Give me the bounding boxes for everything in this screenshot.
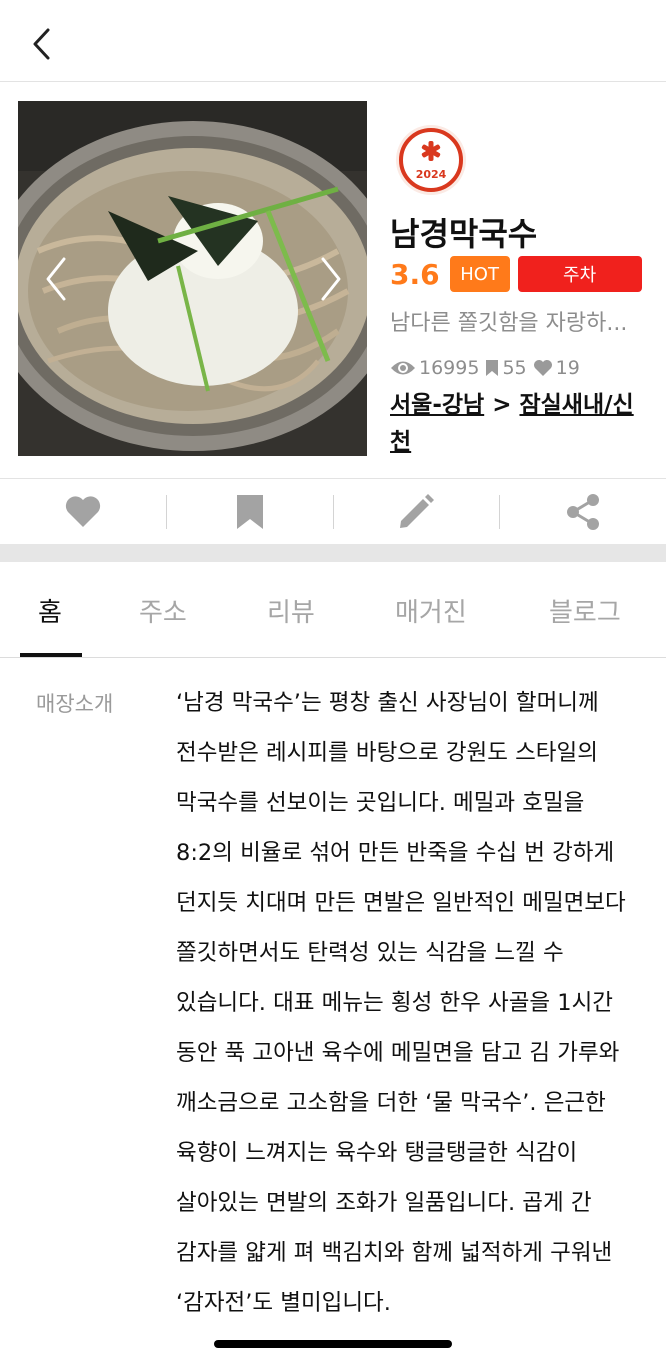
location-separator: > (484, 392, 520, 418)
restaurant-name: 남경막국수 (390, 215, 538, 253)
back-button[interactable] (22, 22, 62, 66)
food-photo[interactable] (18, 101, 367, 456)
chevron-left-icon (33, 28, 50, 60)
rating-row: 3.6 HOT 주차 (390, 255, 642, 293)
section-divider (0, 544, 666, 562)
bookmark-button[interactable] (167, 480, 333, 544)
parking-tag: 주차 (517, 256, 642, 292)
action-bar (0, 480, 666, 544)
tab-magazine[interactable]: 매거진 (395, 592, 467, 629)
like-button[interactable] (0, 480, 166, 544)
views-count: 16995 (419, 357, 480, 379)
tab-bar: 홈 주소 리뷰 매거진 블로그 (0, 562, 666, 658)
chevron-left-icon (46, 257, 66, 301)
tab-home[interactable]: 홈 (38, 592, 62, 629)
share-icon (567, 494, 600, 530)
likes-stat: 19 (533, 357, 580, 379)
pencil-icon (400, 494, 435, 528)
views-stat: 16995 (390, 357, 479, 379)
heart-icon (533, 360, 552, 376)
home-indicator (214, 1340, 452, 1348)
award-badge-icon: 2024 (396, 125, 466, 195)
bookmark-icon (236, 495, 263, 529)
stats-row: 16995 55 19 (390, 353, 586, 383)
bookmarks-stat: 55 (485, 357, 527, 379)
eye-icon (391, 361, 415, 375)
award-badge: 2024 (394, 123, 468, 197)
tab-blog[interactable]: 블로그 (549, 592, 621, 629)
heart-icon (65, 496, 100, 527)
restaurant-header: 2024 남경막국수 3.6 HOT 주차 남다른 쫄깃함을 자랑하... 16… (0, 83, 666, 479)
location-breadcrumb: 서울-강남 > 잠실새내/신천 (390, 387, 652, 461)
photo-prev-button[interactable] (36, 251, 76, 307)
photo-next-button[interactable] (311, 251, 351, 307)
likes-count: 19 (555, 357, 580, 379)
tab-address[interactable]: 주소 (139, 592, 187, 629)
rating-score: 3.6 (390, 257, 440, 291)
restaurant-description: 남다른 쫄깃함을 자랑하... (390, 311, 628, 336)
hot-tag: HOT (449, 256, 510, 292)
restaurant-info: 2024 남경막국수 3.6 HOT 주차 남다른 쫄깃함을 자랑하... 16… (390, 83, 660, 479)
active-tab-indicator (20, 653, 82, 657)
top-bar (0, 0, 666, 82)
write-review-button[interactable] (334, 480, 500, 544)
tab-reviews[interactable]: 리뷰 (267, 592, 315, 629)
badge-year: 2024 (416, 168, 447, 181)
bookmarks-count: 55 (502, 357, 527, 379)
intro-text: ‘남경 막국수’는 평창 출신 사장님이 할머니께 전수받은 레시피를 바탕으로… (176, 690, 626, 1316)
bookmark-icon (486, 360, 499, 376)
share-button[interactable] (500, 480, 666, 544)
location-region-link[interactable]: 서울-강남 (390, 392, 484, 418)
chevron-right-icon (321, 257, 341, 301)
intro-label: 매장소개 (36, 692, 114, 716)
